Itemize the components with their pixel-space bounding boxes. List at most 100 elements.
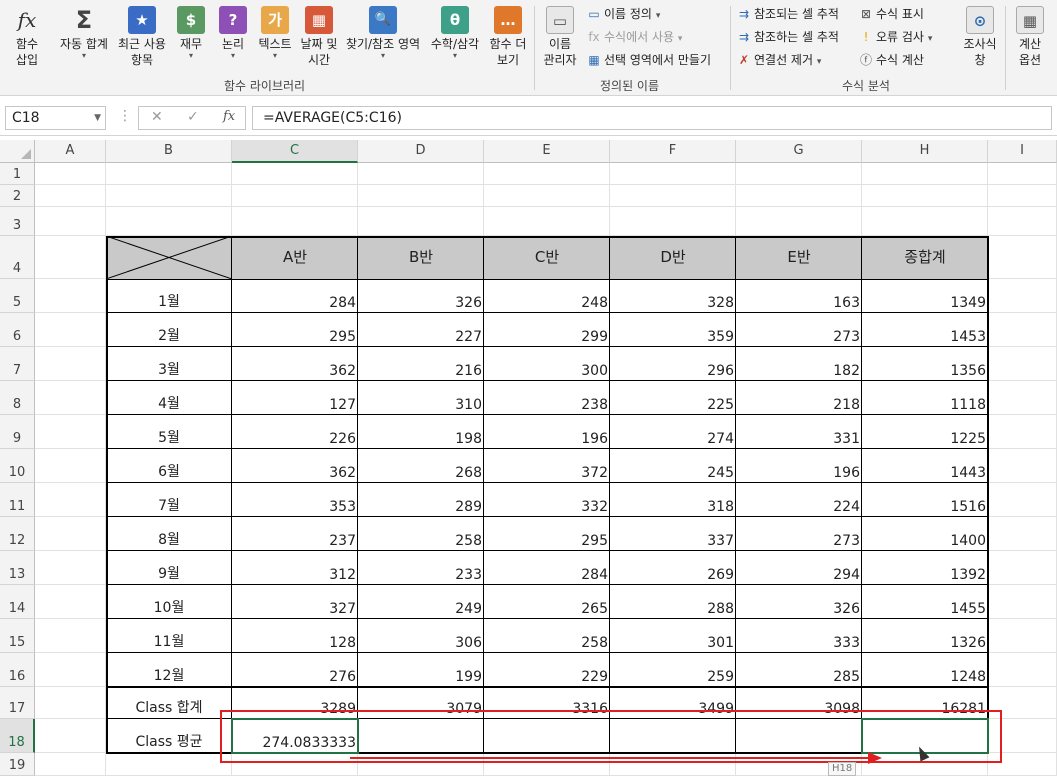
table-cell[interactable]: 198 — [358, 415, 484, 449]
financial-button[interactable]: $ 재무 ▾ — [172, 6, 210, 60]
table-cell[interactable]: 312 — [232, 551, 358, 585]
table-cell[interactable]: 1356 — [862, 347, 988, 381]
table-cell[interactable]: 1248 — [862, 653, 988, 687]
table-cell[interactable]: 318 — [610, 483, 736, 517]
table-cell[interactable]: 294 — [736, 551, 862, 585]
month-label-cell[interactable]: 8월 — [106, 517, 232, 551]
table-cell[interactable]: 233 — [358, 551, 484, 585]
table-cell[interactable]: 248 — [484, 279, 610, 313]
row-header-13[interactable]: 13 — [0, 551, 35, 585]
table-cell[interactable]: 1349 — [862, 279, 988, 313]
table-cell[interactable]: 332 — [484, 483, 610, 517]
remove-arrows-button[interactable]: ✗ 연결선 제거 ▾ — [736, 51, 821, 71]
table-cell[interactable]: 300 — [484, 347, 610, 381]
table-cell[interactable]: 337 — [610, 517, 736, 551]
table-cell[interactable]: 1455 — [862, 585, 988, 619]
use-in-formula-button[interactable]: fx 수식에서 사용 ▾ — [586, 28, 682, 48]
row-header-18[interactable]: 18 — [0, 719, 35, 753]
autosum-button[interactable]: Σ 자동 합계 ▾ — [56, 6, 112, 60]
logical-button[interactable]: ? 논리 ▾ — [214, 6, 252, 60]
table-cell[interactable]: 1516 — [862, 483, 988, 517]
table-cell[interactable]: 353 — [232, 483, 358, 517]
name-box[interactable]: C18 ▼ — [5, 106, 106, 130]
table-cell[interactable]: 268 — [358, 449, 484, 483]
month-label-cell[interactable]: 7월 — [106, 483, 232, 517]
table-cell[interactable]: 1443 — [862, 449, 988, 483]
enter-icon[interactable]: ✓ — [187, 109, 199, 125]
table-cell[interactable]: 306 — [358, 619, 484, 653]
watch-window-button[interactable]: ⊙ 조사식 창 — [958, 6, 1002, 68]
datetime-button[interactable]: ▦ 날짜 및 시간 — [298, 6, 340, 68]
row-header-4[interactable]: 4 — [0, 236, 35, 279]
column-header-d[interactable]: D — [358, 140, 484, 163]
row-header-14[interactable]: 14 — [0, 585, 35, 619]
column-header-b[interactable]: B — [106, 140, 232, 163]
month-label-cell[interactable]: 9월 — [106, 551, 232, 585]
table-cell[interactable]: 196 — [484, 415, 610, 449]
define-name-button[interactable]: ▭ 이름 정의 ▾ — [586, 5, 660, 25]
row-header-19[interactable]: 19 — [0, 753, 35, 776]
table-cell[interactable]: 333 — [736, 619, 862, 653]
table-cell[interactable]: 274 — [610, 415, 736, 449]
recent-used-button[interactable]: ★ 최근 사용 항목 — [114, 6, 170, 68]
table-cell[interactable]: 1118 — [862, 381, 988, 415]
table-cell[interactable]: 276 — [232, 653, 358, 687]
table-cell[interactable]: 295 — [232, 313, 358, 347]
table-cell[interactable]: 273 — [736, 517, 862, 551]
row-header-15[interactable]: 15 — [0, 619, 35, 653]
fx-icon[interactable]: fx — [223, 109, 235, 124]
table-cell[interactable]: 288 — [610, 585, 736, 619]
table-cell[interactable]: 128 — [232, 619, 358, 653]
table-cell[interactable]: 237 — [232, 517, 358, 551]
insert-function-button[interactable]: fx 함수 삽입 — [8, 6, 46, 68]
month-label-cell[interactable]: 1월 — [106, 279, 232, 313]
table-cell[interactable]: 238 — [484, 381, 610, 415]
table-cell[interactable]: 296 — [610, 347, 736, 381]
cancel-icon[interactable]: ✕ — [151, 109, 163, 125]
column-header-a[interactable]: A — [35, 140, 106, 163]
table-cell[interactable]: 362 — [232, 449, 358, 483]
name-manager-button[interactable]: ▭ 이름 관리자 — [538, 6, 582, 68]
row-header-9[interactable]: 9 — [0, 415, 35, 449]
table-cell[interactable]: 1392 — [862, 551, 988, 585]
table-cell[interactable]: 289 — [358, 483, 484, 517]
calc-options-button[interactable]: ▦ 계산 옵션 — [1010, 6, 1050, 68]
table-cell[interactable]: 224 — [736, 483, 862, 517]
row-header-7[interactable]: 7 — [0, 347, 35, 381]
formula-input[interactable]: =AVERAGE(C5:C16) — [252, 106, 1052, 130]
table-cell[interactable]: 1400 — [862, 517, 988, 551]
row-header-12[interactable]: 12 — [0, 517, 35, 551]
table-cell[interactable]: 216 — [358, 347, 484, 381]
column-header-g[interactable]: G — [736, 140, 862, 163]
month-label-cell[interactable]: 12월 — [106, 653, 232, 687]
evaluate-formula-button[interactable]: ⓕ 수식 계산 — [858, 51, 924, 69]
table-cell[interactable]: 295 — [484, 517, 610, 551]
table-cell[interactable]: 265 — [484, 585, 610, 619]
row-header-17[interactable]: 17 — [0, 687, 35, 719]
average-label-cell[interactable]: Class 평균 — [106, 719, 232, 753]
month-label-cell[interactable]: 11월 — [106, 619, 232, 653]
table-cell[interactable]: 245 — [610, 449, 736, 483]
month-label-cell[interactable]: 10월 — [106, 585, 232, 619]
table-cell[interactable]: 285 — [736, 653, 862, 687]
row-header-10[interactable]: 10 — [0, 449, 35, 483]
error-checking-button[interactable]: ! 오류 검사 ▾ — [858, 28, 933, 48]
month-label-cell[interactable]: 3월 — [106, 347, 232, 381]
column-header-i[interactable]: I — [988, 140, 1057, 163]
table-cell[interactable]: 1225 — [862, 415, 988, 449]
table-cell[interactable]: 299 — [484, 313, 610, 347]
table-cell[interactable]: 196 — [736, 449, 862, 483]
column-header-e[interactable]: E — [484, 140, 610, 163]
select-all-button[interactable] — [0, 140, 35, 163]
math-trig-button[interactable]: θ 수학/삼각 ▾ — [426, 6, 484, 60]
table-cell[interactable]: 326 — [358, 279, 484, 313]
more-vertical-icon[interactable]: ⋮ — [118, 108, 132, 124]
row-header-5[interactable]: 5 — [0, 279, 35, 313]
table-cell[interactable]: 326 — [736, 585, 862, 619]
table-cell[interactable]: 301 — [610, 619, 736, 653]
month-label-cell[interactable]: 2월 — [106, 313, 232, 347]
table-cell[interactable]: 229 — [484, 653, 610, 687]
month-label-cell[interactable]: 4월 — [106, 381, 232, 415]
table-cell[interactable]: 182 — [736, 347, 862, 381]
table-cell[interactable]: 225 — [610, 381, 736, 415]
